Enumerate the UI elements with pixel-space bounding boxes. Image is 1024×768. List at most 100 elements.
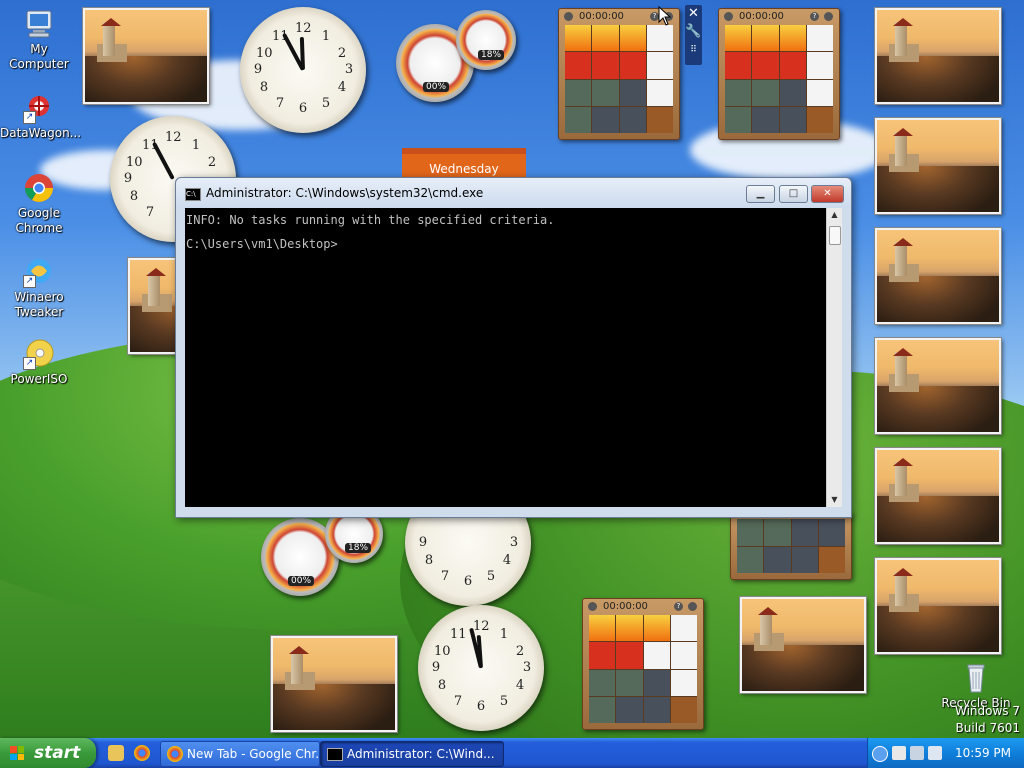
- slideshow-gadget[interactable]: [271, 636, 397, 732]
- console-output[interactable]: INFO: No tasks running with the specifie…: [185, 208, 826, 507]
- datawagon-icon: ↗: [23, 92, 55, 124]
- desktop-icon-label: My Computer: [9, 42, 69, 71]
- clock-number: 1: [499, 627, 509, 642]
- desktop-icon-google-chrome[interactable]: Google Chrome: [0, 172, 78, 236]
- clock-number: 7: [275, 96, 285, 111]
- slideshow-gadget[interactable]: [875, 558, 1001, 654]
- slideshow-gadget[interactable]: [740, 597, 866, 693]
- clock-number: 7: [145, 205, 155, 220]
- puzzle-timer: 00:00:00: [739, 11, 784, 22]
- calendar-day: Wednesday: [429, 162, 499, 176]
- slideshow-gadget[interactable]: [875, 228, 1001, 324]
- slideshow-gadget[interactable]: [83, 8, 209, 104]
- window-title: Administrator: C:\Windows\system32\cmd.e…: [206, 186, 484, 200]
- network-icon[interactable]: [910, 746, 924, 760]
- minimize-button[interactable]: ▁: [746, 185, 775, 203]
- puzzle-board[interactable]: [565, 25, 673, 133]
- slideshow-gadget[interactable]: [875, 448, 1001, 544]
- gadget-controls: ✕ 🔧 ⠿: [685, 5, 702, 65]
- help-icon[interactable]: ?: [674, 602, 683, 611]
- chrome-quicklaunch-icon[interactable]: [134, 745, 150, 761]
- memory-percent: 18%: [345, 543, 372, 553]
- clock-number: 2: [207, 155, 217, 170]
- shortcut-arrow-icon: ↗: [23, 111, 36, 124]
- shuffle-icon[interactable]: [824, 12, 833, 21]
- clock-number: 10: [256, 46, 273, 61]
- action-center-icon[interactable]: [892, 746, 906, 760]
- close-gadget-icon[interactable]: ✕: [685, 5, 702, 23]
- vertical-scrollbar[interactable]: ▲ ▼: [826, 208, 842, 507]
- window-titlebar[interactable]: C:\ Administrator: C:\Windows\system32\c…: [176, 178, 851, 208]
- cmd-window[interactable]: C:\ Administrator: C:\Windows\system32\c…: [175, 177, 852, 518]
- os-build: Build 7601: [955, 721, 1020, 735]
- show-hidden-icons-icon[interactable]: [872, 746, 888, 762]
- clock-number: 10: [126, 155, 143, 170]
- clock-number: 9: [123, 171, 133, 186]
- clock-number: 8: [437, 678, 447, 693]
- slideshow-gadget[interactable]: [875, 118, 1001, 214]
- clock-number: 5: [486, 569, 496, 584]
- shortcut-arrow-icon: ↗: [23, 275, 36, 288]
- clock-gadget[interactable]: 12 1 2 3 4 5 6 7 8 9 10 11: [418, 605, 544, 731]
- os-build-watermark: Windows 7 Build 7601: [940, 703, 1020, 737]
- puzzle-board[interactable]: [725, 25, 833, 133]
- maximize-button[interactable]: □: [779, 185, 808, 203]
- winaero-icon: ↗: [23, 256, 55, 288]
- clock-number: 7: [440, 569, 450, 584]
- puzzle-board[interactable]: [737, 519, 845, 573]
- speaker-icon[interactable]: [928, 746, 942, 760]
- clock-number: 8: [129, 189, 139, 204]
- desktop-icon-poweriso[interactable]: ↗ PowerISO: [0, 338, 78, 387]
- clock-gadget[interactable]: 12 1 2 3 4 5 6 7 8 9 10 11: [240, 7, 366, 133]
- scroll-up-icon[interactable]: ▲: [827, 208, 842, 222]
- clock-number: 6: [463, 574, 473, 589]
- cpu-percent: 00%: [288, 576, 315, 586]
- clock-number: 6: [476, 699, 486, 714]
- puzzle-toolbar: 00:00:00?: [719, 9, 839, 25]
- puzzle-toolbar: 00:00:00?: [583, 599, 703, 615]
- taskbar-button-cmd[interactable]: Administrator: C:\Wind...: [320, 741, 504, 767]
- clock-number: 1: [191, 138, 201, 153]
- desktop-icon-my-computer[interactable]: My Computer: [0, 8, 78, 72]
- cmd-icon-text: C:\: [186, 190, 196, 198]
- desktop-icon-datawagon[interactable]: ↗ DataWagon...: [0, 92, 81, 141]
- slideshow-gadget[interactable]: [875, 338, 1001, 434]
- explorer-quicklaunch-icon[interactable]: [108, 745, 124, 761]
- chrome-icon: [167, 746, 183, 762]
- task-label: New Tab - Google Chr...: [187, 747, 320, 761]
- clock-number: 4: [515, 678, 525, 693]
- options-wrench-icon[interactable]: 🔧: [685, 23, 702, 41]
- help-icon[interactable]: ?: [810, 12, 819, 21]
- picture-puzzle-gadget[interactable]: 00:00:00?: [582, 598, 704, 730]
- start-label: start: [34, 743, 81, 763]
- picture-puzzle-gadget[interactable]: [730, 512, 852, 580]
- close-icon: ✕: [823, 188, 832, 199]
- clock-number: 3: [509, 535, 519, 550]
- clock-number: 9: [431, 660, 441, 675]
- scroll-down-icon[interactable]: ▼: [827, 493, 842, 507]
- chrome-icon: [23, 172, 55, 204]
- clock-number: 3: [344, 62, 354, 77]
- close-button[interactable]: ✕: [811, 185, 844, 203]
- memory-meter-gadget[interactable]: 18%: [456, 10, 516, 70]
- desktop-icon-winaero-tweaker[interactable]: ↗ Winaero Tweaker: [0, 256, 78, 320]
- clock-number: 2: [515, 644, 525, 659]
- clock-number: 12: [165, 130, 182, 145]
- puzzle-board[interactable]: [589, 615, 697, 723]
- start-button[interactable]: start: [0, 738, 96, 768]
- shortcut-arrow-icon: ↗: [23, 357, 36, 370]
- console-line: INFO: No tasks running with the specifie…: [186, 213, 555, 227]
- scroll-thumb[interactable]: [829, 226, 841, 245]
- clock-number: 2: [337, 46, 347, 61]
- slideshow-gadget[interactable]: [875, 8, 1001, 104]
- taskbar-button-chrome[interactable]: New Tab - Google Chr...: [160, 741, 320, 767]
- drag-handle-icon[interactable]: ⠿: [685, 41, 702, 59]
- taskbar-clock[interactable]: 10:59 PM: [955, 738, 1011, 768]
- slideshow-gadget[interactable]: [128, 258, 182, 354]
- picture-puzzle-gadget[interactable]: 00:00:00?: [718, 8, 840, 140]
- system-tray: 10:59 PM: [867, 738, 1024, 768]
- clock-number: 3: [522, 660, 532, 675]
- shuffle-icon[interactable]: [688, 602, 697, 611]
- picture-puzzle-gadget[interactable]: 00:00:00?: [558, 8, 680, 140]
- clock-hand: [151, 141, 175, 180]
